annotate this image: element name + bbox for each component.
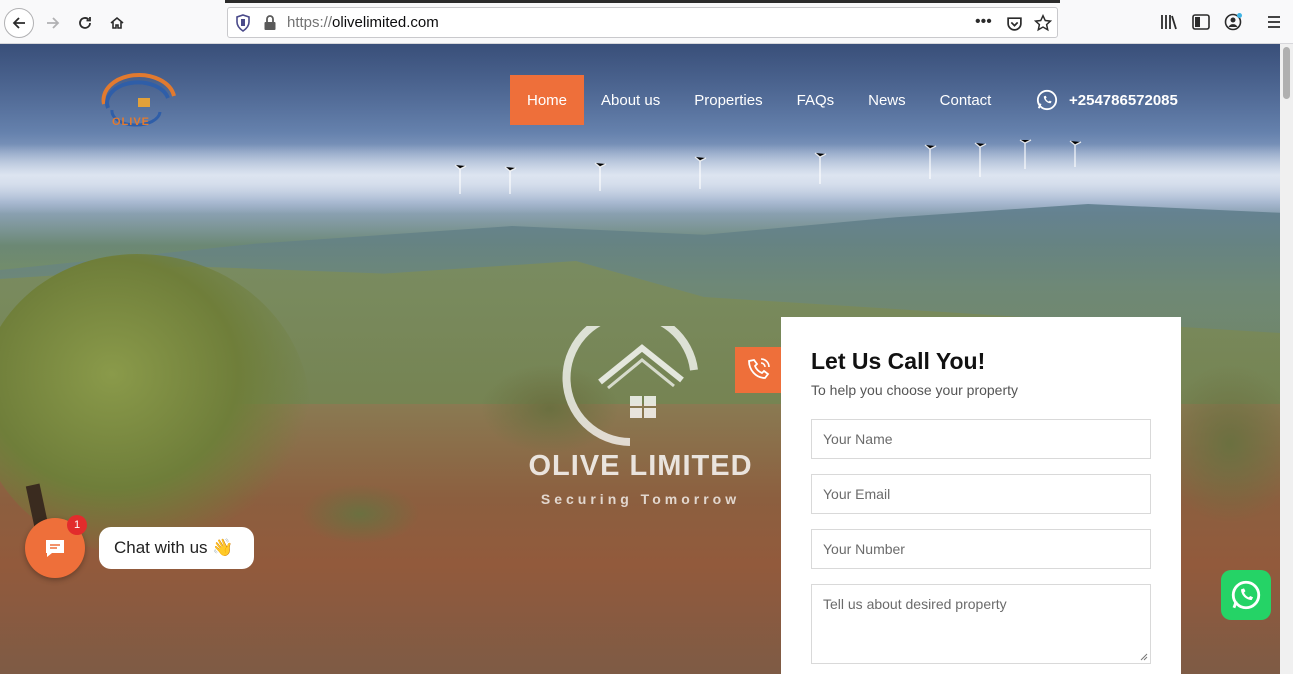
forward-button[interactable] (38, 8, 68, 38)
site-logo[interactable]: OLIVE (98, 72, 178, 130)
email-field[interactable]: Your Email (811, 474, 1151, 514)
home-button[interactable] (102, 8, 132, 38)
form-subtitle: To help you choose your property (811, 382, 1019, 398)
nav-faqs[interactable]: FAQs (780, 75, 852, 125)
hero-brand-subtitle: Securing Tomorrow (540, 491, 741, 507)
nav-properties[interactable]: Properties (677, 75, 779, 125)
home-icon (110, 16, 124, 29)
page-scrollbar[interactable] (1280, 44, 1293, 674)
header-phone-number: +254786572085 (1069, 91, 1178, 109)
phone-number-field[interactable]: Your Number (811, 529, 1151, 569)
browser-toolbar: https://olivelimited.com ••• (0, 0, 1293, 44)
wind-turbines (454, 139, 1082, 194)
reload-button[interactable] (70, 8, 100, 38)
back-arrow-icon (12, 17, 25, 29)
chat-icon (46, 540, 64, 557)
active-tab-indicator (225, 0, 1060, 3)
url-scheme: https:// (287, 14, 333, 31)
account-icon[interactable] (1223, 12, 1243, 32)
hero-section: OLIVE Home About us Properties FAQs News… (0, 44, 1280, 674)
address-bar[interactable]: https://olivelimited.com ••• (227, 7, 1058, 38)
bookmark-star-icon[interactable] (1034, 14, 1052, 32)
chat-unread-badge: 1 (67, 515, 87, 535)
form-title: Let Us Call You! (811, 348, 986, 374)
callback-form: Let Us Call You! To help you choose your… (781, 317, 1181, 674)
nav-home[interactable]: Home (510, 75, 585, 125)
lock-icon[interactable] (263, 14, 277, 32)
whatsapp-float-button[interactable] (1221, 570, 1271, 620)
back-button[interactable] (4, 8, 34, 38)
hero-brand-logo: OLIVE LIMITED Securing Tomorrow (518, 310, 763, 516)
property-message-field[interactable]: Tell us about desired property (811, 584, 1151, 664)
hero-brand-title: OLIVE LIMITED (528, 450, 753, 482)
library-icon[interactable] (1159, 12, 1179, 32)
pocket-icon[interactable] (1006, 15, 1023, 32)
nav-about-us[interactable]: About us (584, 75, 677, 125)
tracking-shield-icon[interactable] (235, 14, 251, 32)
sidebar-icon[interactable] (1191, 12, 1211, 32)
whatsapp-icon (1231, 580, 1261, 610)
reload-icon (79, 17, 91, 29)
header-phone-link[interactable]: +254786572085 (1036, 89, 1178, 111)
hero-bush (300, 484, 420, 544)
name-field[interactable]: Your Name (811, 419, 1151, 459)
page-actions-icon[interactable]: ••• (975, 13, 992, 31)
logo-text: OLIVE (112, 116, 151, 128)
resize-grip-icon[interactable] (1140, 653, 1148, 661)
property-message-placeholder: Tell us about desired property (823, 596, 1007, 612)
url-text: https://olivelimited.com (287, 14, 439, 31)
forward-arrow-icon (47, 17, 60, 29)
nav-contact[interactable]: Contact (923, 75, 1009, 125)
house-logo-icon (562, 310, 698, 446)
main-menu: Home About us Properties FAQs News Conta… (510, 75, 1008, 125)
whatsapp-icon (1036, 89, 1058, 111)
hamburger-menu-icon[interactable] (1264, 12, 1284, 32)
nav-news[interactable]: News (851, 75, 923, 125)
scrollbar-thumb[interactable] (1283, 47, 1290, 99)
url-host: olivelimited.com (332, 14, 439, 31)
chat-greeting-bubble[interactable]: Chat with us 👋 (99, 527, 254, 569)
